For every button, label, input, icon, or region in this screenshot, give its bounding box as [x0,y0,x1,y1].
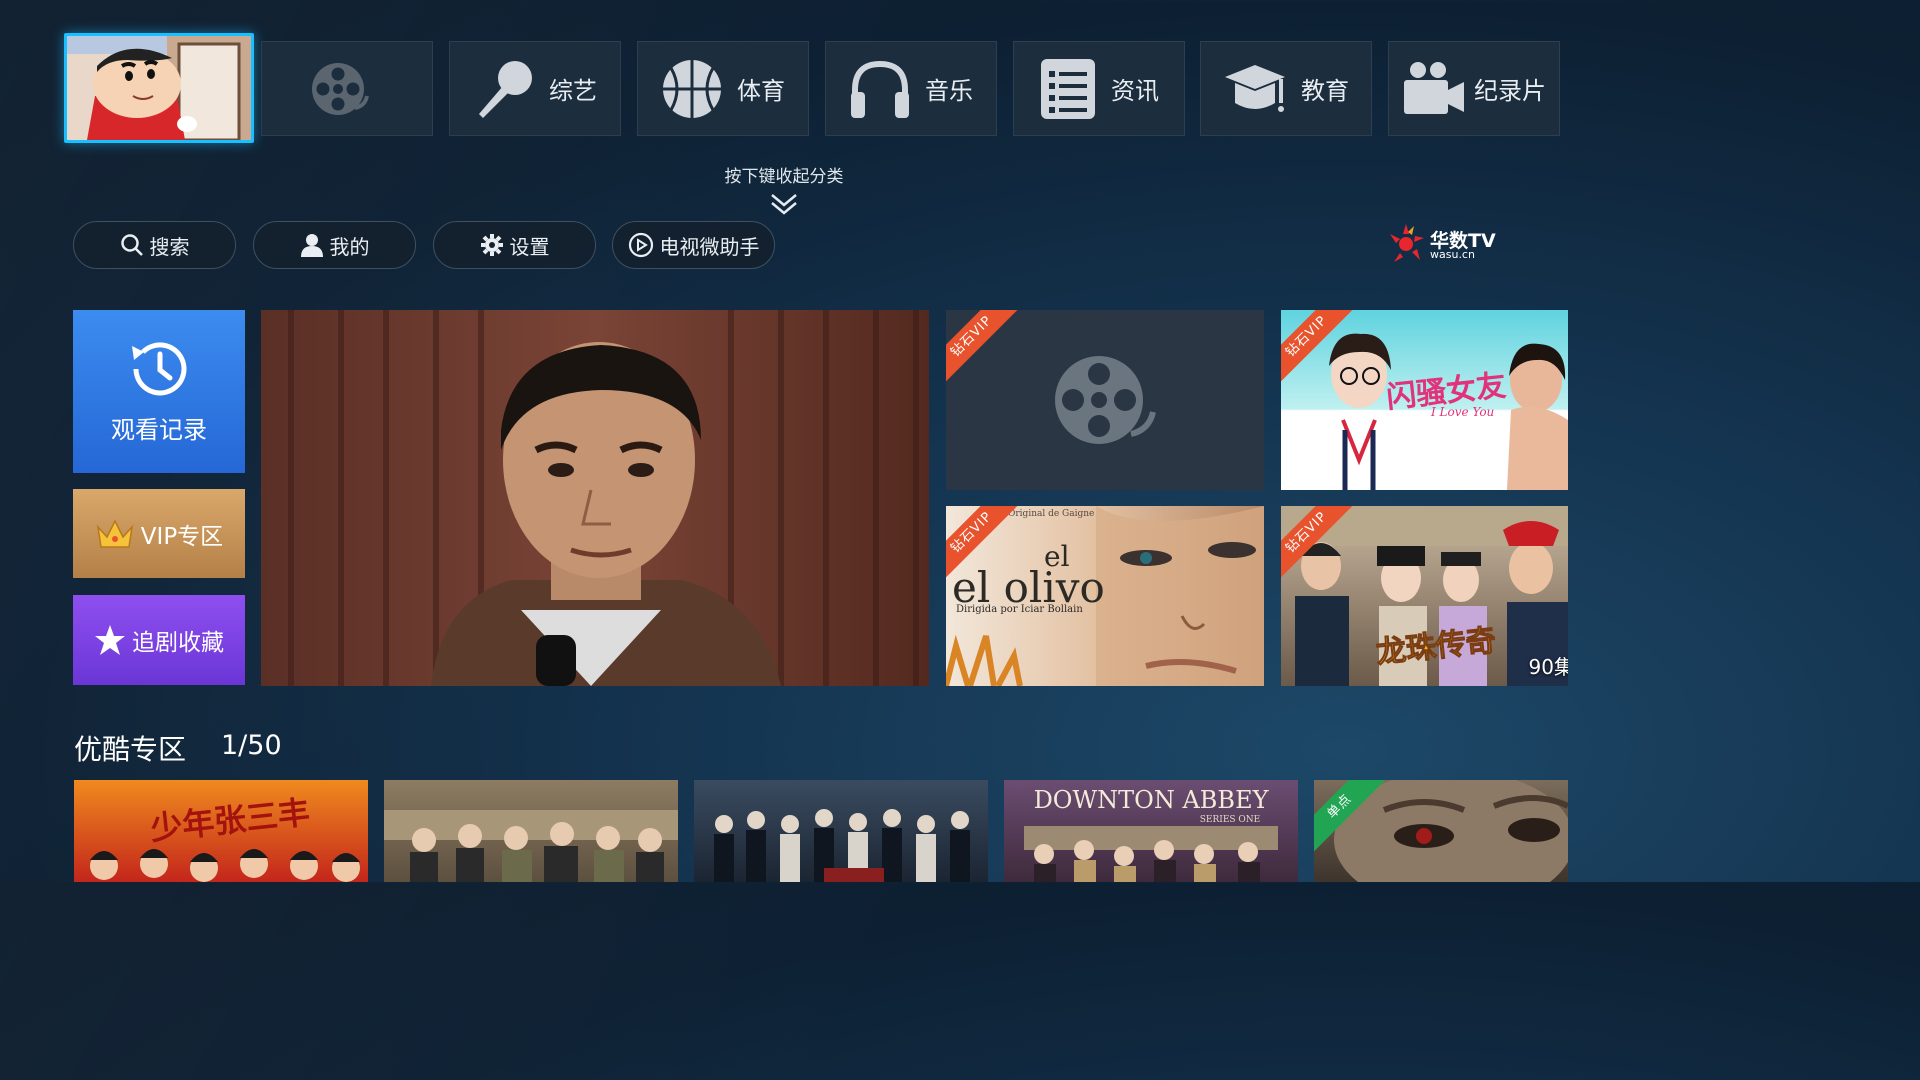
bottom-card-downton-title: DOWNTON ABBEY [1034,786,1270,814]
vip-zone-label: VIP专区 [140,523,224,550]
basketball-icon [663,59,721,118]
category-education-tile[interactable]: 教育 [1200,41,1372,136]
episode-count: 90集 [1528,655,1568,679]
category-news-tile[interactable]: 资讯 [1013,41,1185,136]
film-reel-icon [312,62,369,115]
bottom-card-3[interactable] [694,780,988,882]
poster-el-olivo[interactable]: Original de Gaigne el el olivo Dirigida … [946,506,1264,686]
graduation-cap-icon [1225,64,1285,112]
film-reel-icon [1055,356,1156,444]
section-page-count: 1/50 [221,730,282,761]
poster-el-olivo-toptext: Original de Gaigne [1008,509,1094,519]
tv-assistant-button[interactable]: 电视微助手 [612,221,775,269]
bottom-card-2[interactable] [384,780,678,882]
favorites-label: 追剧收藏 [132,630,224,656]
microphone-icon [479,60,532,118]
hero-video-frame [261,310,929,686]
search-button[interactable]: 搜索 [73,221,236,269]
user-icon [300,234,323,257]
wasu-logo: 华数TV wasu.cn [1388,222,1498,266]
poster-drama-1-subtitle: I Love You [1430,405,1494,419]
category-cartoon-tile[interactable] [64,33,254,143]
category-music-tile[interactable]: 音乐 [825,41,997,136]
bottom-card-downton-subtitle: SERIES ONE [1200,815,1261,825]
bottom-card-5[interactable]: 单点 [1314,780,1568,882]
chevron-down-icon [771,194,797,215]
poster-el-olivo-art: Original de Gaigne el el olivo Dirigida … [946,506,1264,686]
vip-zone-tile[interactable]: VIP专区 [73,489,245,578]
history-clock-icon [132,342,187,396]
bottom-card-1[interactable]: 少年张三丰 [74,780,368,882]
search-label: 搜索 [149,234,190,259]
play-circle-icon [628,232,653,258]
headphones-icon [851,60,909,118]
tv-assistant-label: 电视微助手 [659,234,760,259]
category-documentary-tile[interactable]: 纪录片 [1388,41,1560,136]
news-list-icon [1041,58,1095,119]
poster-drama-1[interactable]: 闪骚女友 I Love You 钻石VIP [1281,310,1568,490]
vip-badge: 钻石VIP [946,310,1024,389]
settings-label: 设置 [509,234,550,259]
logo-mark-icon [1390,224,1424,262]
category-label: 资讯 [1111,77,1159,105]
category-sports-tile[interactable]: 体育 [637,41,809,136]
bottom-card-downton-art: DOWNTON ABBEY SERIES ONE [1024,786,1278,882]
hero-video[interactable] [261,310,929,686]
my-account-label: 我的 [329,234,370,259]
bottom-card-3-art [714,809,970,882]
category-label: 纪录片 [1474,77,1546,105]
watch-history-tile[interactable]: 观看记录 [73,310,245,473]
crown-icon [96,518,133,548]
bottom-card-2-art [384,810,678,882]
bottom-card-1-art: 少年张三丰 [90,793,360,882]
category-variety-tile[interactable]: 综艺 [449,41,621,136]
settings-button[interactable]: 设置 [433,221,596,269]
star-icon [95,625,125,655]
category-label: 教育 [1301,77,1349,105]
poster-longzhu[interactable]: 龙珠传奇 钻石VIP 90集 [1281,506,1568,686]
category-label: 音乐 [925,77,973,105]
collapse-hint: 按下键收起分类 [724,167,844,187]
poster-placeholder[interactable]: 钻石VIP [946,310,1264,490]
bottom-card-downton[interactable]: DOWNTON ABBEY SERIES ONE [1004,780,1298,882]
bottom-card-1-title: 少年张三丰 [149,793,312,848]
category-film-tile[interactable] [261,41,433,136]
logo-sub-text: wasu.cn [1430,248,1475,261]
section-title: 优酷专区 [74,733,187,766]
gear-icon [480,234,503,256]
poster-el-olivo-credit: Dirigida por Iciar Bollain [956,604,1083,615]
watch-history-label: 观看记录 [111,416,207,444]
category-label: 综艺 [549,77,597,105]
search-icon [120,234,143,256]
video-camera-icon [1404,61,1464,114]
category-label: 体育 [737,77,785,105]
favorites-tile[interactable]: 追剧收藏 [73,595,245,685]
cartoon-thumbnail [67,36,251,140]
my-account-button[interactable]: 我的 [253,221,416,269]
